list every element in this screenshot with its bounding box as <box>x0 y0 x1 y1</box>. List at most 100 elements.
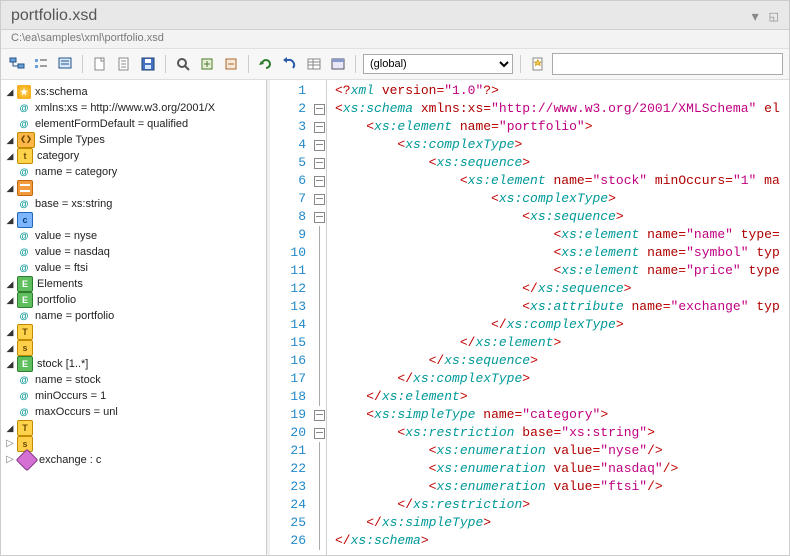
scope-select[interactable]: (global) <box>363 54 513 74</box>
tb-collapse-icon[interactable] <box>221 54 241 74</box>
tree-node[interactable]: @base = xs:string <box>1 196 266 212</box>
fold-cell[interactable] <box>312 154 326 172</box>
tree-node[interactable]: ◢EElements <box>1 276 266 292</box>
code-line[interactable]: <xs:sequence> <box>335 208 789 226</box>
code-line[interactable]: </xs:sequence> <box>335 280 789 298</box>
tb-save-icon[interactable] <box>138 54 158 74</box>
tree-node[interactable]: ◢Estock [1..*] <box>1 356 266 372</box>
code-line[interactable]: <xs:simpleType name="category"> <box>335 406 789 424</box>
collapse-icon[interactable]: ◢ <box>5 151 15 161</box>
tb-undo-icon[interactable] <box>280 54 300 74</box>
code-line[interactable]: </xs:complexType> <box>335 370 789 388</box>
fold-toggle-icon[interactable] <box>314 158 325 169</box>
expand-icon[interactable]: ▷ <box>5 439 15 449</box>
fold-cell[interactable] <box>312 406 326 424</box>
code-line[interactable]: </xs:restriction> <box>335 496 789 514</box>
collapse-icon[interactable]: ◢ <box>5 215 15 225</box>
code-line[interactable]: <?xml version="1.0"?> <box>335 82 789 100</box>
tree-node[interactable]: @name = category <box>1 164 266 180</box>
tree-node[interactable]: ▷exchange : c <box>1 452 266 468</box>
collapse-icon[interactable]: ◢ <box>5 359 15 369</box>
code-line[interactable]: </xs:complexType> <box>335 316 789 334</box>
code-line[interactable]: <xs:sequence> <box>335 154 789 172</box>
code-line[interactable]: <xs:enumeration value="nasdaq"/> <box>335 460 789 478</box>
collapse-icon[interactable]: ◢ <box>5 343 15 353</box>
tree-node[interactable]: ◢tcategory <box>1 148 266 164</box>
fold-cell[interactable] <box>312 100 326 118</box>
collapse-icon[interactable]: ◢ <box>5 295 15 305</box>
fold-toggle-icon[interactable] <box>314 104 325 115</box>
fold-cell[interactable] <box>312 424 326 442</box>
code-line[interactable]: </xs:sequence> <box>335 352 789 370</box>
fold-toggle-icon[interactable] <box>314 410 325 421</box>
tree-node[interactable]: @minOccurs = 1 <box>1 388 266 404</box>
code-line[interactable]: <xs:element name="price" type <box>335 262 789 280</box>
tree-node[interactable]: ◢★xs:schema <box>1 84 266 100</box>
search-input[interactable] <box>552 53 783 75</box>
collapse-icon[interactable]: ◢ <box>5 279 15 289</box>
collapse-icon[interactable]: ◢ <box>5 87 15 97</box>
tree-node[interactable]: @name = portfolio <box>1 308 266 324</box>
code-area[interactable]: <?xml version="1.0"?><xs:schema xmlns:xs… <box>327 80 789 555</box>
code-line[interactable]: <xs:schema xmlns:xs="http://www.w3.org/2… <box>335 100 789 118</box>
tree-node[interactable]: @xmlns:xs = http://www.w3.org/2001/X <box>1 100 266 116</box>
tb-dialog-icon[interactable] <box>328 54 348 74</box>
fold-cell[interactable] <box>312 136 326 154</box>
fold-toggle-icon[interactable] <box>314 176 325 187</box>
tb-grid-icon[interactable] <box>304 54 324 74</box>
code-line[interactable]: <xs:attribute name="exchange" typ <box>335 298 789 316</box>
fold-toggle-icon[interactable] <box>314 212 325 223</box>
tb-expand-icon[interactable] <box>197 54 217 74</box>
fold-toggle-icon[interactable] <box>314 140 325 151</box>
tb-bookmark-icon[interactable] <box>528 54 548 74</box>
fold-cell[interactable] <box>312 208 326 226</box>
editor-pane[interactable]: 1234567891011121314151617181920212223242… <box>270 80 789 555</box>
tb-settings-icon[interactable] <box>55 54 75 74</box>
tb-list-icon[interactable] <box>114 54 134 74</box>
tb-outline-icon[interactable] <box>31 54 51 74</box>
tb-tree-nav-icon[interactable] <box>7 54 27 74</box>
code-line[interactable]: <xs:complexType> <box>335 136 789 154</box>
tree-node[interactable]: @value = nasdaq <box>1 244 266 260</box>
fold-toggle-icon[interactable] <box>314 194 325 205</box>
tree-pane[interactable]: ◢★xs:schema@xmlns:xs = http://www.w3.org… <box>1 80 267 555</box>
code-line[interactable]: <xs:element name="symbol" typ <box>335 244 789 262</box>
tree-node[interactable]: ◢T <box>1 324 266 340</box>
code-line[interactable]: <xs:enumeration value="nyse"/> <box>335 442 789 460</box>
tree-node[interactable]: ◢T <box>1 420 266 436</box>
tree-node[interactable]: ◢s <box>1 340 266 356</box>
dock-icon[interactable]: ◱ <box>769 10 779 23</box>
code-line[interactable]: <xs:restriction base="xs:string"> <box>335 424 789 442</box>
expand-icon[interactable]: ▷ <box>5 455 15 465</box>
code-line[interactable]: <xs:element name="portfolio"> <box>335 118 789 136</box>
tree-node[interactable]: @elementFormDefault = qualified <box>1 116 266 132</box>
tb-new-icon[interactable] <box>90 54 110 74</box>
tree-node[interactable]: ◢ <box>1 180 266 196</box>
tree-node[interactable]: ◢c <box>1 212 266 228</box>
tree-node[interactable]: @maxOccurs = unl <box>1 404 266 420</box>
collapse-icon[interactable]: ◢ <box>5 327 15 337</box>
tree-node[interactable]: ◢❮❯Simple Types <box>1 132 266 148</box>
tree-node[interactable]: @value = ftsi <box>1 260 266 276</box>
collapse-icon[interactable]: ◢ <box>5 183 15 193</box>
code-line[interactable]: </xs:element> <box>335 388 789 406</box>
code-line[interactable]: </xs:element> <box>335 334 789 352</box>
code-line[interactable]: </xs:schema> <box>335 532 789 550</box>
collapse-icon[interactable]: ◢ <box>5 135 15 145</box>
code-line[interactable]: <xs:element name="name" type= <box>335 226 789 244</box>
tb-find-icon[interactable] <box>173 54 193 74</box>
collapse-icon[interactable]: ◢ <box>5 423 15 433</box>
fold-cell[interactable] <box>312 190 326 208</box>
tree-node[interactable]: @name = stock <box>1 372 266 388</box>
fold-toggle-icon[interactable] <box>314 428 325 439</box>
tree-node[interactable]: ◢Eportfolio <box>1 292 266 308</box>
dropdown-icon[interactable]: ▾ <box>752 8 759 25</box>
tb-refresh-icon[interactable] <box>256 54 276 74</box>
code-line[interactable]: <xs:complexType> <box>335 190 789 208</box>
fold-toggle-icon[interactable] <box>314 122 325 133</box>
tree-node[interactable]: ▷s <box>1 436 266 452</box>
tree-node[interactable]: @value = nyse <box>1 228 266 244</box>
fold-cell[interactable] <box>312 172 326 190</box>
code-line[interactable]: <xs:enumeration value="ftsi"/> <box>335 478 789 496</box>
code-line[interactable]: </xs:simpleType> <box>335 514 789 532</box>
